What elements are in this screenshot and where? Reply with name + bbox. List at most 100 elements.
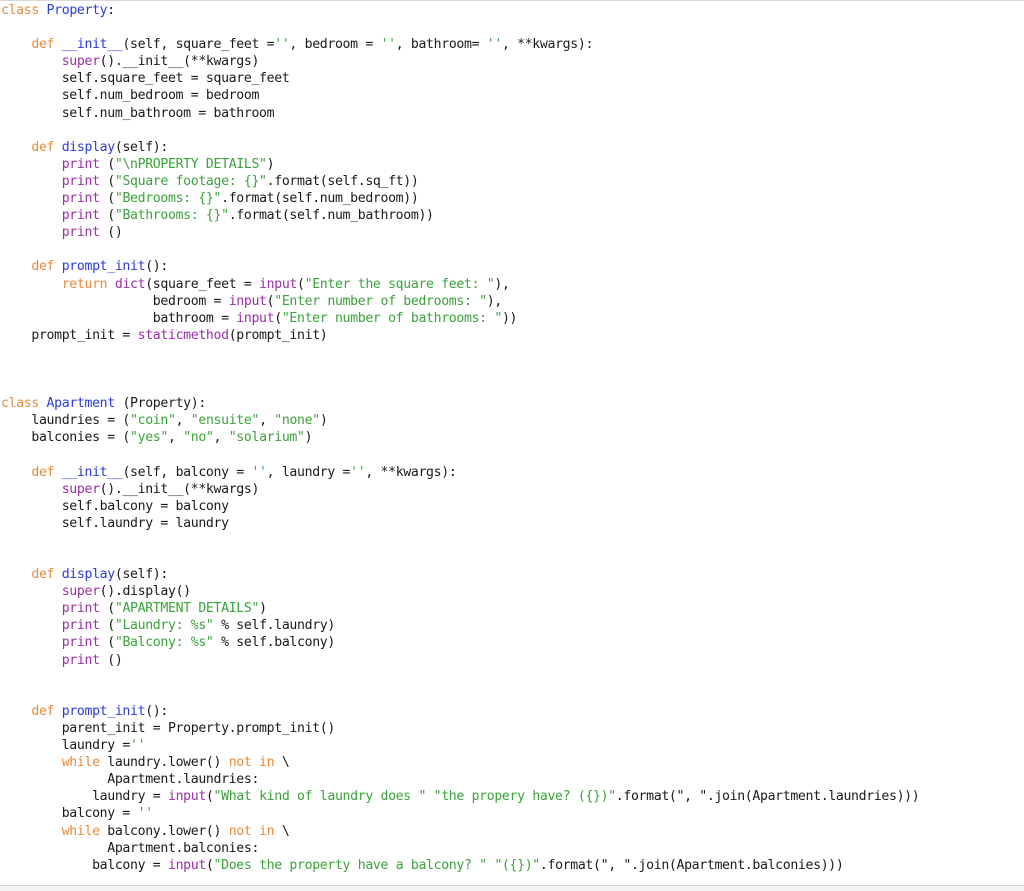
code-line: self.balcony = balcony [1, 498, 919, 515]
code-token: laundry = [1, 738, 131, 754]
function-name-token: __init__ [61, 464, 123, 480]
code-line: super().__init__(**kwargs) [1, 481, 919, 498]
code-token: balcony = [1, 857, 168, 873]
code-line: class Apartment (Property): [1, 395, 919, 412]
code-line: print ("Balcony: %s" % self.balcony) [1, 634, 919, 651]
code-token: Apartment.laundries: [1, 772, 260, 788]
keyword-token: return [61, 276, 115, 292]
code-line: bedroom = input("Enter number of bedroom… [1, 293, 919, 310]
builtin-token: input [228, 293, 267, 309]
builtin-token: print [61, 208, 100, 224]
code-line: def prompt_init(): [1, 703, 919, 720]
builtin-token: print [61, 225, 100, 241]
keyword-token: while [61, 755, 100, 771]
code-line: def __init__(self, square_feet ='', bedr… [1, 36, 919, 53]
code-token: (prompt_init) [228, 327, 328, 343]
code-token: (self, square_feet = [122, 37, 275, 53]
builtin-token: print [61, 601, 100, 617]
string-token: "Does the property have a balcony? " "({… [213, 857, 541, 873]
function-name-token: Property [46, 3, 108, 18]
code-token: (Property): [114, 396, 206, 412]
code-editor[interactable]: class Property: def __init__(self, squar… [0, 0, 1024, 886]
code-line: class Property: [1, 2, 919, 19]
string-token: '' [251, 464, 267, 480]
code-token: (self, balcony = [122, 464, 252, 480]
code-line: super().__init__(**kwargs) [1, 53, 919, 70]
keyword-token: def [31, 703, 62, 719]
string-token: '' [274, 37, 290, 53]
code-line: self.num_bathroom = bathroom [1, 105, 919, 122]
code-token: ) [259, 601, 267, 617]
code-token: () [99, 652, 123, 668]
keyword-token: not in [228, 823, 275, 839]
code-token: bedroom = [1, 293, 229, 309]
keyword-token: def [31, 464, 62, 480]
code-line: balconies = ("yes", "no", "solarium") [1, 429, 919, 446]
code-token: self.balcony = balcony [1, 498, 229, 514]
code-token: ( [99, 191, 115, 207]
code-token: balcony = [1, 806, 138, 822]
code-line: return dict(square_feet = input("Enter t… [1, 276, 919, 293]
code-token: ().display() [99, 584, 191, 600]
keyword-token: def [31, 37, 62, 53]
code-token: .format(self.sq_ft)) [266, 173, 419, 189]
code-token: laundry = [1, 789, 168, 805]
string-token: "coin" [130, 413, 176, 429]
code-line: self.laundry = laundry [1, 515, 919, 532]
code-token: ) [266, 156, 275, 172]
code-token: \ [274, 755, 290, 771]
code-token: )) [501, 310, 518, 326]
string-token: "\nPROPERTY DETAILS" [114, 156, 267, 172]
keyword-token: while [61, 823, 100, 839]
code-token: ( [99, 635, 115, 651]
code-line: print ("Bedrooms: {}".format(self.num_be… [1, 190, 919, 207]
code-line: Apartment.laundries: [1, 771, 919, 788]
code-line: def display(self): [1, 566, 919, 583]
builtin-token: super [61, 54, 100, 70]
builtin-token: staticmethod [137, 327, 229, 343]
function-name-token: prompt_init [61, 703, 146, 719]
code-token: laundries = ( [1, 413, 131, 429]
string-token: '' [137, 806, 154, 822]
code-token: ( [99, 173, 115, 189]
code-token: (): [145, 259, 168, 275]
keyword-token: def [31, 567, 62, 583]
code-token: ( [99, 208, 115, 224]
code-line: Apartment.balconies: [1, 840, 919, 857]
code-line: prompt_init = staticmethod(prompt_init) [1, 327, 919, 344]
code-line: while laundry.lower() not in \ [1, 754, 919, 771]
code-token: ), [494, 276, 510, 292]
code-line: def __init__(self, balcony = '', laundry… [1, 464, 919, 481]
builtin-token: print [61, 191, 100, 207]
string-token: "no" [183, 430, 214, 446]
builtin-token: print [61, 173, 100, 189]
keyword-token: def [31, 259, 62, 275]
keyword-token: class [1, 3, 47, 18]
builtin-token: super [61, 584, 100, 600]
code-line: laundry = input("What kind of laundry do… [1, 788, 920, 805]
code-token: prompt_init = [1, 327, 138, 343]
code-token: .format(", ".join(Apartment.laundries))) [615, 789, 920, 805]
code-token: , [213, 430, 229, 446]
string-token: "Square footage: {}" [114, 173, 267, 189]
function-name-token: display [61, 139, 115, 155]
code-token: , [167, 430, 184, 446]
code-token: parent_init = Property.prompt_init() [1, 720, 336, 736]
code-text-area[interactable]: class Property: def __init__(self, squar… [1, 2, 920, 874]
builtin-token: input [236, 310, 275, 326]
string-token: "Balcony: %s" [114, 635, 214, 651]
